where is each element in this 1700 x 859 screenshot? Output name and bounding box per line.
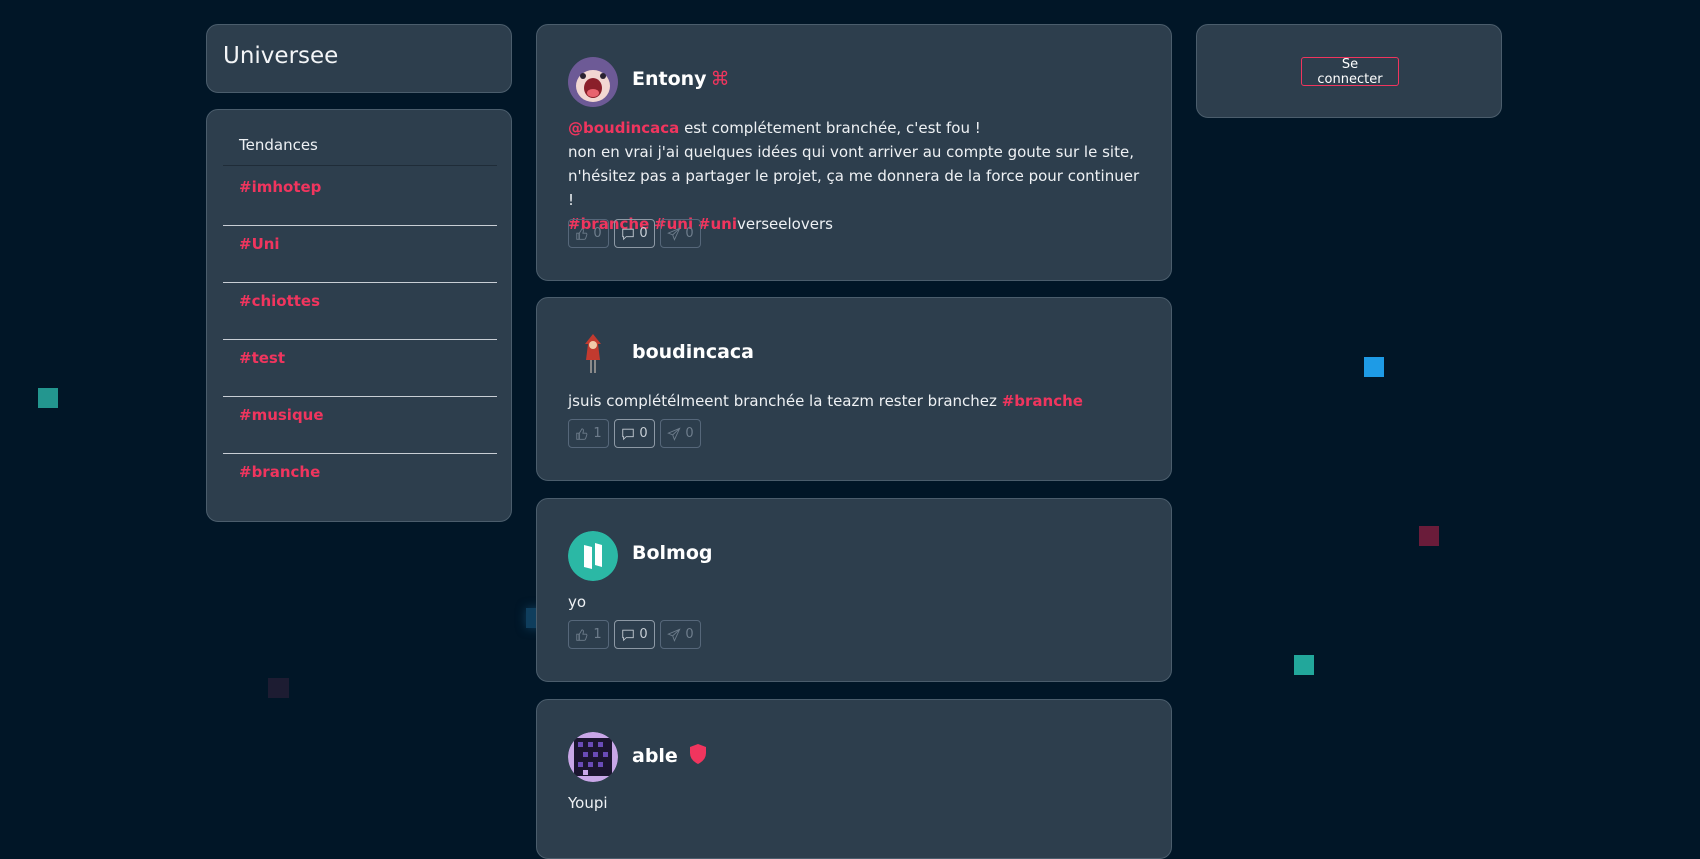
trend-item[interactable]: #imhotep [223,178,497,235]
share-button[interactable]: 0 [660,219,701,248]
post-text-segment: n'hésitez pas a partager le projet, ça m… [568,167,1140,209]
divider [223,165,497,166]
comment-button[interactable]: 0 [614,620,655,649]
hashtag-link[interactable]: #branche [1002,392,1083,410]
like-count: 1 [593,426,602,441]
divider [223,396,497,397]
comment-icon [622,428,635,440]
share-count: 0 [685,426,694,441]
share-count: 0 [685,627,694,642]
trend-tag[interactable]: #test [239,349,285,367]
trend-tag[interactable]: #chiottes [239,292,320,310]
post-text-segment: jsuis complétélmeent branchée la teazm r… [568,392,1002,410]
trend-item[interactable]: #musique [223,406,497,463]
trend-tag[interactable]: #branche [239,463,320,481]
post-card: able Youpi [536,699,1172,859]
pixel-pattern-avatar[interactable] [568,732,618,782]
comment-icon [622,228,635,240]
post-author[interactable]: Entony ⌘ [632,68,730,90]
trend-tag[interactable]: #Uni [239,235,280,253]
post-text: @boudincaca est complétement branchée, c… [568,116,1141,236]
post-text-segment: non en vrai j'ai quelques idées qui vont… [568,143,1134,161]
trend-tag[interactable]: #musique [239,406,324,424]
divider [223,453,497,454]
trends-heading: Tendances [239,136,318,154]
login-button[interactable]: Se connecter [1301,57,1399,87]
thumbs-up-icon [576,427,588,440]
post-author[interactable]: boudincaca [632,341,754,363]
post-text: jsuis complétélmeent branchée la teazm r… [568,389,1141,413]
share-count: 0 [685,226,694,241]
comment-button[interactable]: 0 [614,219,655,248]
red-hooded-character-avatar[interactable] [568,330,618,380]
post-text: Youpi [568,791,1141,815]
divider [223,225,497,226]
author-name[interactable]: Entony [632,68,707,90]
teal-logo-avatar[interactable] [568,531,618,581]
thumbs-up-icon [576,227,588,240]
post-text-segment: est complétement branchée, c'est fou ! [679,119,981,137]
divider [223,339,497,340]
post-card: Bolmog yo 1 0 0 [536,498,1172,682]
author-name[interactable]: boudincaca [632,341,754,363]
like-button[interactable]: 1 [568,620,609,649]
send-icon [667,226,681,241]
comment-count: 0 [639,627,648,642]
post-text-segment: verseelovers [736,215,833,233]
comment-count: 0 [639,426,648,441]
trend-item[interactable]: #branche [223,463,497,520]
trends-panel: Tendances #imhotep #Uni #chiottes #test … [206,109,512,522]
post-text: yo [568,590,1141,614]
author-name[interactable]: able [632,745,678,767]
send-icon [667,426,681,441]
post-actions: 1 0 0 [568,419,701,448]
brand-panel: Universee [206,24,512,93]
share-button[interactable]: 0 [660,620,701,649]
mention-link[interactable]: @boudincaca [568,119,679,137]
author-name[interactable]: Bolmog [632,542,713,564]
trend-item[interactable]: #Uni [223,235,497,292]
post-text-segment: Youpi [568,794,608,812]
post-actions: 1 0 0 [568,620,701,649]
trend-item[interactable]: #test [223,349,497,406]
share-button[interactable]: 0 [660,419,701,448]
trend-tag[interactable]: #imhotep [239,178,321,196]
post-card: boudincaca jsuis complétélmeent branchée… [536,297,1172,481]
command-badge-icon: ⌘ [710,68,730,90]
shield-icon [690,744,707,764]
decorative-square [1364,357,1384,377]
trend-item[interactable]: #chiottes [223,292,497,349]
decorative-square [38,388,58,408]
hashtag-link[interactable]: #uni [698,215,737,233]
divider [223,282,497,283]
post-author[interactable]: able [632,743,708,767]
post-card: Entony ⌘ @boudincaca est complétement bra… [536,24,1172,281]
auth-panel: Se connecter [1196,24,1502,118]
screaming-character-avatar[interactable] [568,57,618,107]
decorative-square [1419,526,1439,546]
comment-icon [622,629,635,641]
like-count: 0 [593,226,602,241]
app-title[interactable]: Universee [223,43,338,69]
decorative-square [268,678,289,698]
post-actions: 0 0 0 [568,219,701,248]
decorative-square [1294,655,1314,675]
send-icon [667,627,681,642]
comment-count: 0 [639,226,648,241]
like-button[interactable]: 1 [568,419,609,448]
post-author[interactable]: Bolmog [632,542,713,564]
like-count: 1 [593,627,602,642]
thumbs-up-icon [576,628,588,641]
comment-button[interactable]: 0 [614,419,655,448]
post-text-segment: yo [568,593,587,611]
like-button[interactable]: 0 [568,219,609,248]
